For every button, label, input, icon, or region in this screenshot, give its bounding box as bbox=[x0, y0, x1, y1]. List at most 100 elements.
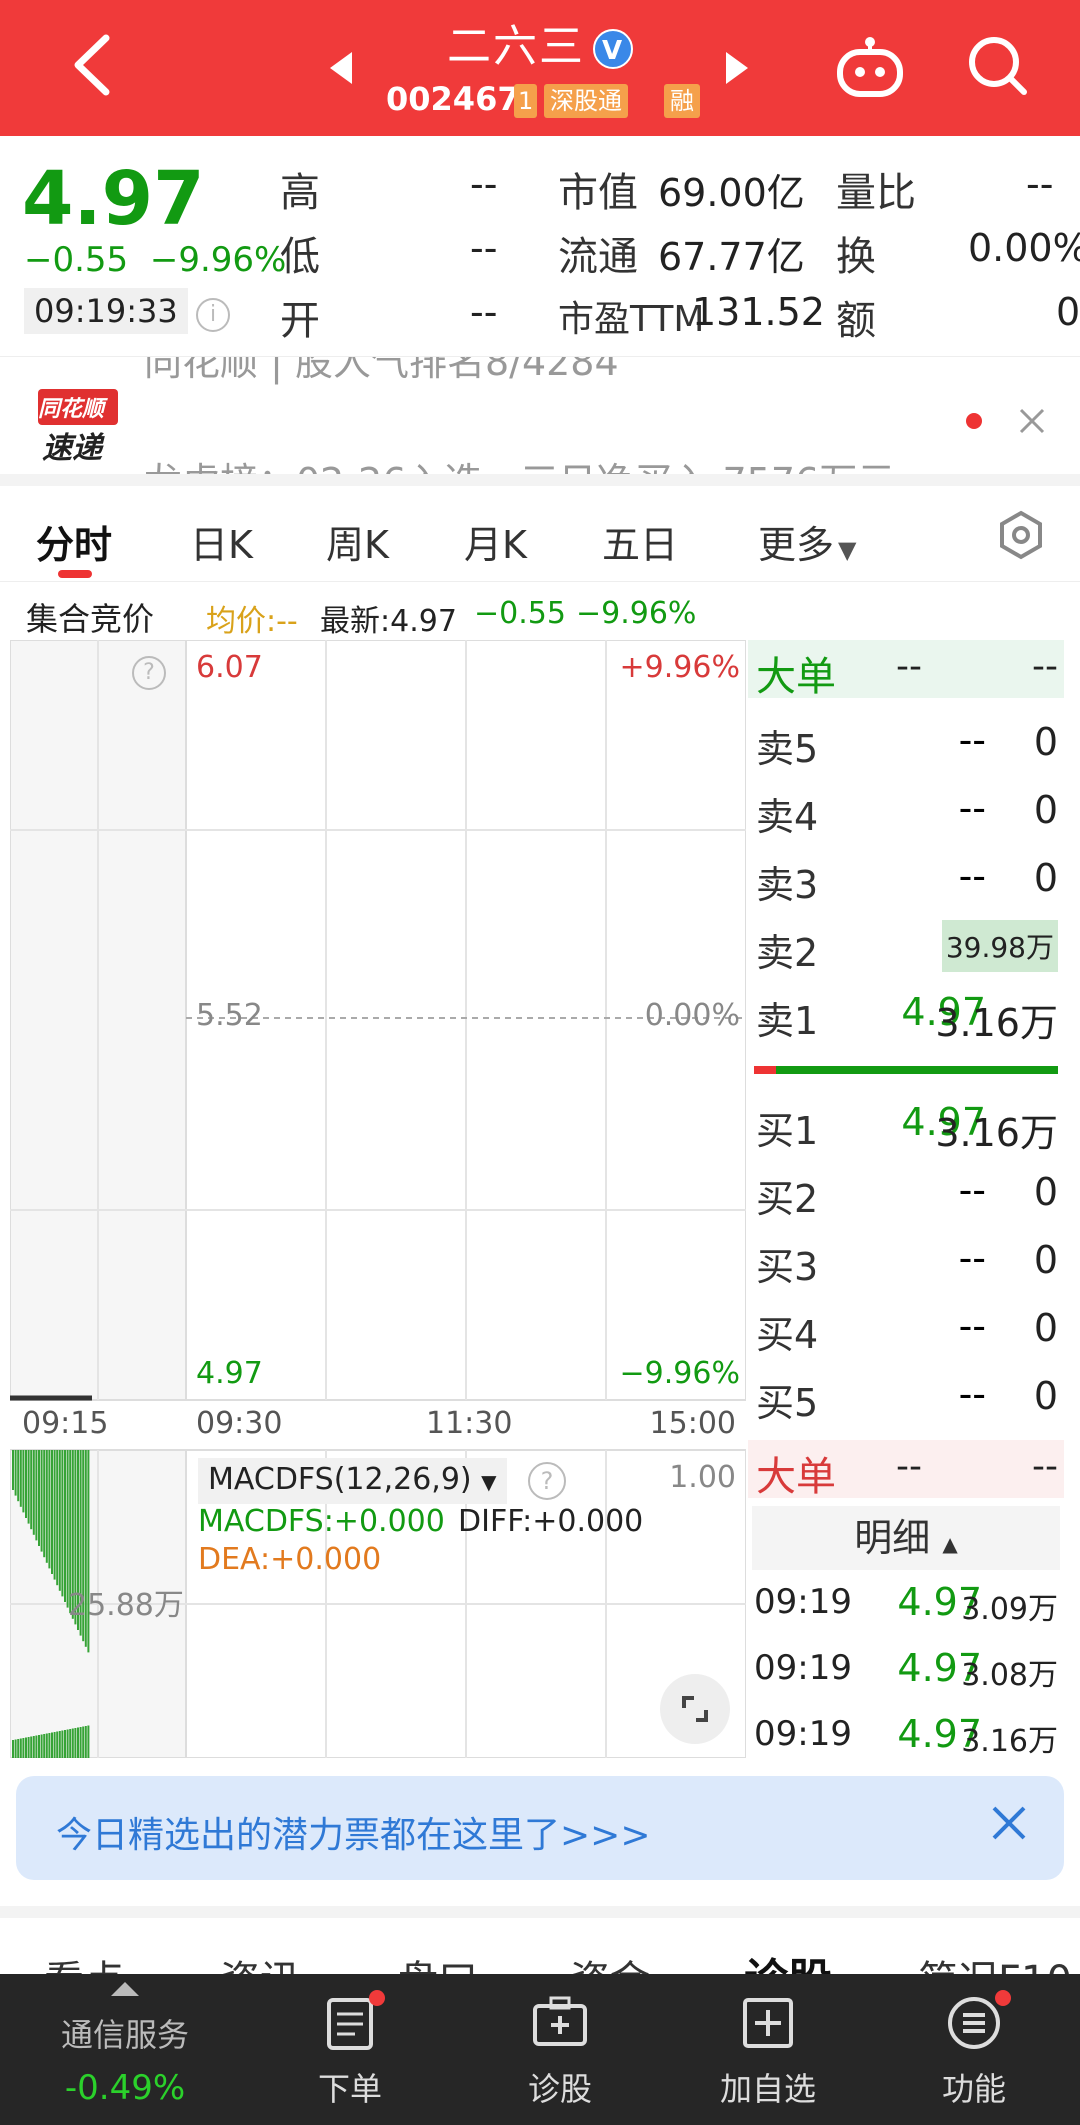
level-volume: 0 bbox=[1033, 856, 1058, 900]
latest-price: 最新:4.97 bbox=[320, 604, 457, 639]
level-price: -- bbox=[958, 1372, 986, 1416]
notification-dot bbox=[369, 1990, 385, 2006]
volume-bar bbox=[35, 1450, 38, 1541]
logo-top-text: 同花顺 bbox=[38, 397, 105, 422]
trade-volume: 3.16万 bbox=[961, 1724, 1058, 1759]
next-stock-icon[interactable] bbox=[726, 52, 748, 84]
volume-bar bbox=[66, 1729, 69, 1758]
ticker-line-2: 龙虎榜：02-26入选，三日净买入 7576万元 bbox=[144, 451, 895, 476]
volume-bar bbox=[38, 1450, 40, 1546]
bid-row[interactable]: 买1 4.97 3.16万 bbox=[748, 1092, 1064, 1155]
help-icon[interactable]: ? bbox=[132, 656, 166, 690]
top-pct-label: +9.96% bbox=[619, 650, 740, 685]
level-volume: 0 bbox=[1033, 788, 1058, 832]
macd-scale-label: 1.00 bbox=[669, 1460, 736, 1495]
volume-bar bbox=[61, 1730, 64, 1758]
volume-bar bbox=[71, 1728, 74, 1758]
mid-price-label: 5.52 bbox=[196, 998, 263, 1033]
help-icon[interactable]: ? bbox=[528, 1462, 566, 1500]
subtab-news[interactable]: 资讯 bbox=[220, 1948, 300, 1974]
quote-time: 09:19:33 bbox=[24, 288, 188, 334]
bid-row[interactable]: 买5 -- 0 bbox=[748, 1364, 1064, 1425]
level-price: -- bbox=[958, 1304, 986, 1348]
close-icon[interactable] bbox=[988, 1802, 1030, 1844]
promo-banner[interactable]: 今日精选出的潜力票都在这里了>>> bbox=[16, 1776, 1064, 1880]
bid-row[interactable]: 买4 -- 0 bbox=[748, 1296, 1064, 1357]
subtab-capital[interactable]: 资金 bbox=[570, 1948, 650, 1974]
bid-row[interactable]: 买2 -- 0 bbox=[748, 1160, 1064, 1221]
dea-value: DEA:+0.000 bbox=[198, 1542, 382, 1577]
close-icon[interactable] bbox=[1018, 407, 1046, 435]
level-label: 卖5 bbox=[756, 727, 819, 771]
volume-bar bbox=[27, 1737, 30, 1758]
logo-bottom-text: 速递 bbox=[42, 431, 102, 466]
level-label: 买1 bbox=[756, 1109, 819, 1153]
float-value: 67.77亿 bbox=[658, 235, 805, 279]
volume-bar bbox=[48, 1733, 51, 1758]
caret-down-icon: ▼ bbox=[838, 536, 857, 564]
volume-bar bbox=[51, 1732, 53, 1758]
nav-order[interactable]: 下单 bbox=[280, 1990, 420, 2110]
tab-daily-k[interactable]: 日K bbox=[190, 514, 253, 569]
subtab-f10[interactable]: 简况F10 bbox=[918, 1948, 1072, 1974]
volume-bar bbox=[53, 1732, 56, 1758]
volume-bar bbox=[64, 1450, 66, 1602]
level-label: 卖3 bbox=[756, 863, 819, 907]
tab-monthly-k[interactable]: 月K bbox=[464, 514, 527, 569]
big-order-sell-row[interactable]: 大单 -- -- bbox=[748, 1440, 1064, 1500]
level-label: 买5 bbox=[756, 1381, 819, 1425]
ask-row[interactable]: 卖5 -- 0 bbox=[748, 710, 1064, 771]
level-price: -- bbox=[958, 854, 986, 898]
ask-row[interactable]: 卖2--39.98万 bbox=[748, 914, 1064, 975]
ask-row[interactable]: 卖3 -- 0 bbox=[748, 846, 1064, 907]
level-label: 买2 bbox=[756, 1177, 819, 1221]
level-volume: 3.16万 bbox=[935, 1111, 1058, 1155]
section-divider bbox=[0, 474, 1080, 486]
tab-intraday[interactable]: 分时 bbox=[36, 514, 112, 569]
nav-add-watchlist[interactable]: 加自选 bbox=[698, 1994, 838, 2110]
trade-volume: 3.08万 bbox=[961, 1658, 1058, 1693]
fullscreen-button[interactable] bbox=[660, 1674, 730, 1744]
caret-down-icon: ▼ bbox=[481, 1470, 497, 1494]
level-label: 买4 bbox=[756, 1313, 819, 1357]
search-icon[interactable] bbox=[966, 34, 1030, 98]
bottom-pct-label: −9.96% bbox=[619, 1356, 740, 1391]
detail-subtabs: 看点 资讯 盘口 资金 诊股 简况F10 bbox=[0, 1918, 1080, 1974]
settings-hexagon-icon[interactable] bbox=[996, 510, 1046, 560]
big-order-buy-row[interactable]: 大单 -- -- bbox=[748, 640, 1064, 700]
caret-up-icon bbox=[111, 1982, 139, 1996]
volume-bar bbox=[30, 1736, 33, 1758]
ask-row[interactable]: 卖4 -- 0 bbox=[748, 778, 1064, 839]
volume-bar bbox=[17, 1739, 20, 1758]
trade-detail-row: 09:19 4.97 3.09万 bbox=[748, 1576, 1064, 1636]
volume-bar bbox=[38, 1735, 40, 1758]
volume-bar bbox=[45, 1450, 48, 1563]
volume-bar bbox=[53, 1450, 56, 1580]
tab-active-indicator bbox=[58, 570, 92, 578]
subtab-diagnosis[interactable]: 诊股 bbox=[744, 1944, 832, 1974]
tab-five-day[interactable]: 五日 bbox=[602, 514, 678, 569]
volume-bar bbox=[27, 1450, 30, 1524]
tab-more[interactable]: 更多 ▼ bbox=[758, 514, 856, 569]
section-divider bbox=[0, 1906, 1080, 1918]
tab-weekly-k[interactable]: 周K bbox=[326, 514, 389, 569]
nav-diagnosis[interactable]: 诊股 bbox=[490, 1994, 630, 2110]
index-widget[interactable]: 通信服务 -0.49% bbox=[0, 1974, 250, 2125]
bid-row[interactable]: 买3 -- 0 bbox=[748, 1228, 1064, 1289]
open-label: 开 bbox=[280, 298, 320, 344]
news-ticker[interactable]: 同花顺 速递 同花顺 | 股人气排名8/4284 龙虎榜：02-26入选，三日净… bbox=[0, 356, 1080, 476]
subtab-highlights[interactable]: 看点 bbox=[44, 1948, 124, 1974]
spread-bar bbox=[754, 1066, 1058, 1074]
level-volume: 0 bbox=[1033, 1238, 1058, 1282]
subtab-orders[interactable]: 盘口 bbox=[398, 1948, 478, 1974]
volume-bar bbox=[64, 1730, 66, 1758]
intraday-chart[interactable]: ? 6.07 +9.96% 5.52 0.00% 4.97 −9.96% 09:… bbox=[10, 640, 746, 1758]
detail-toggle[interactable]: 明细 ▲ bbox=[752, 1506, 1060, 1570]
amount-value: 0 bbox=[1056, 290, 1080, 334]
ask-row[interactable]: 卖1 4.97 3.16万 bbox=[748, 982, 1064, 1045]
info-icon[interactable]: i bbox=[196, 298, 230, 332]
macd-indicator-select[interactable]: MACDFS(12,26,9) ▼ bbox=[198, 1458, 507, 1504]
nav-functions[interactable]: 功能 bbox=[904, 1990, 1044, 2110]
robot-assistant-icon[interactable] bbox=[836, 36, 904, 98]
menu-icon bbox=[948, 1997, 1000, 2049]
